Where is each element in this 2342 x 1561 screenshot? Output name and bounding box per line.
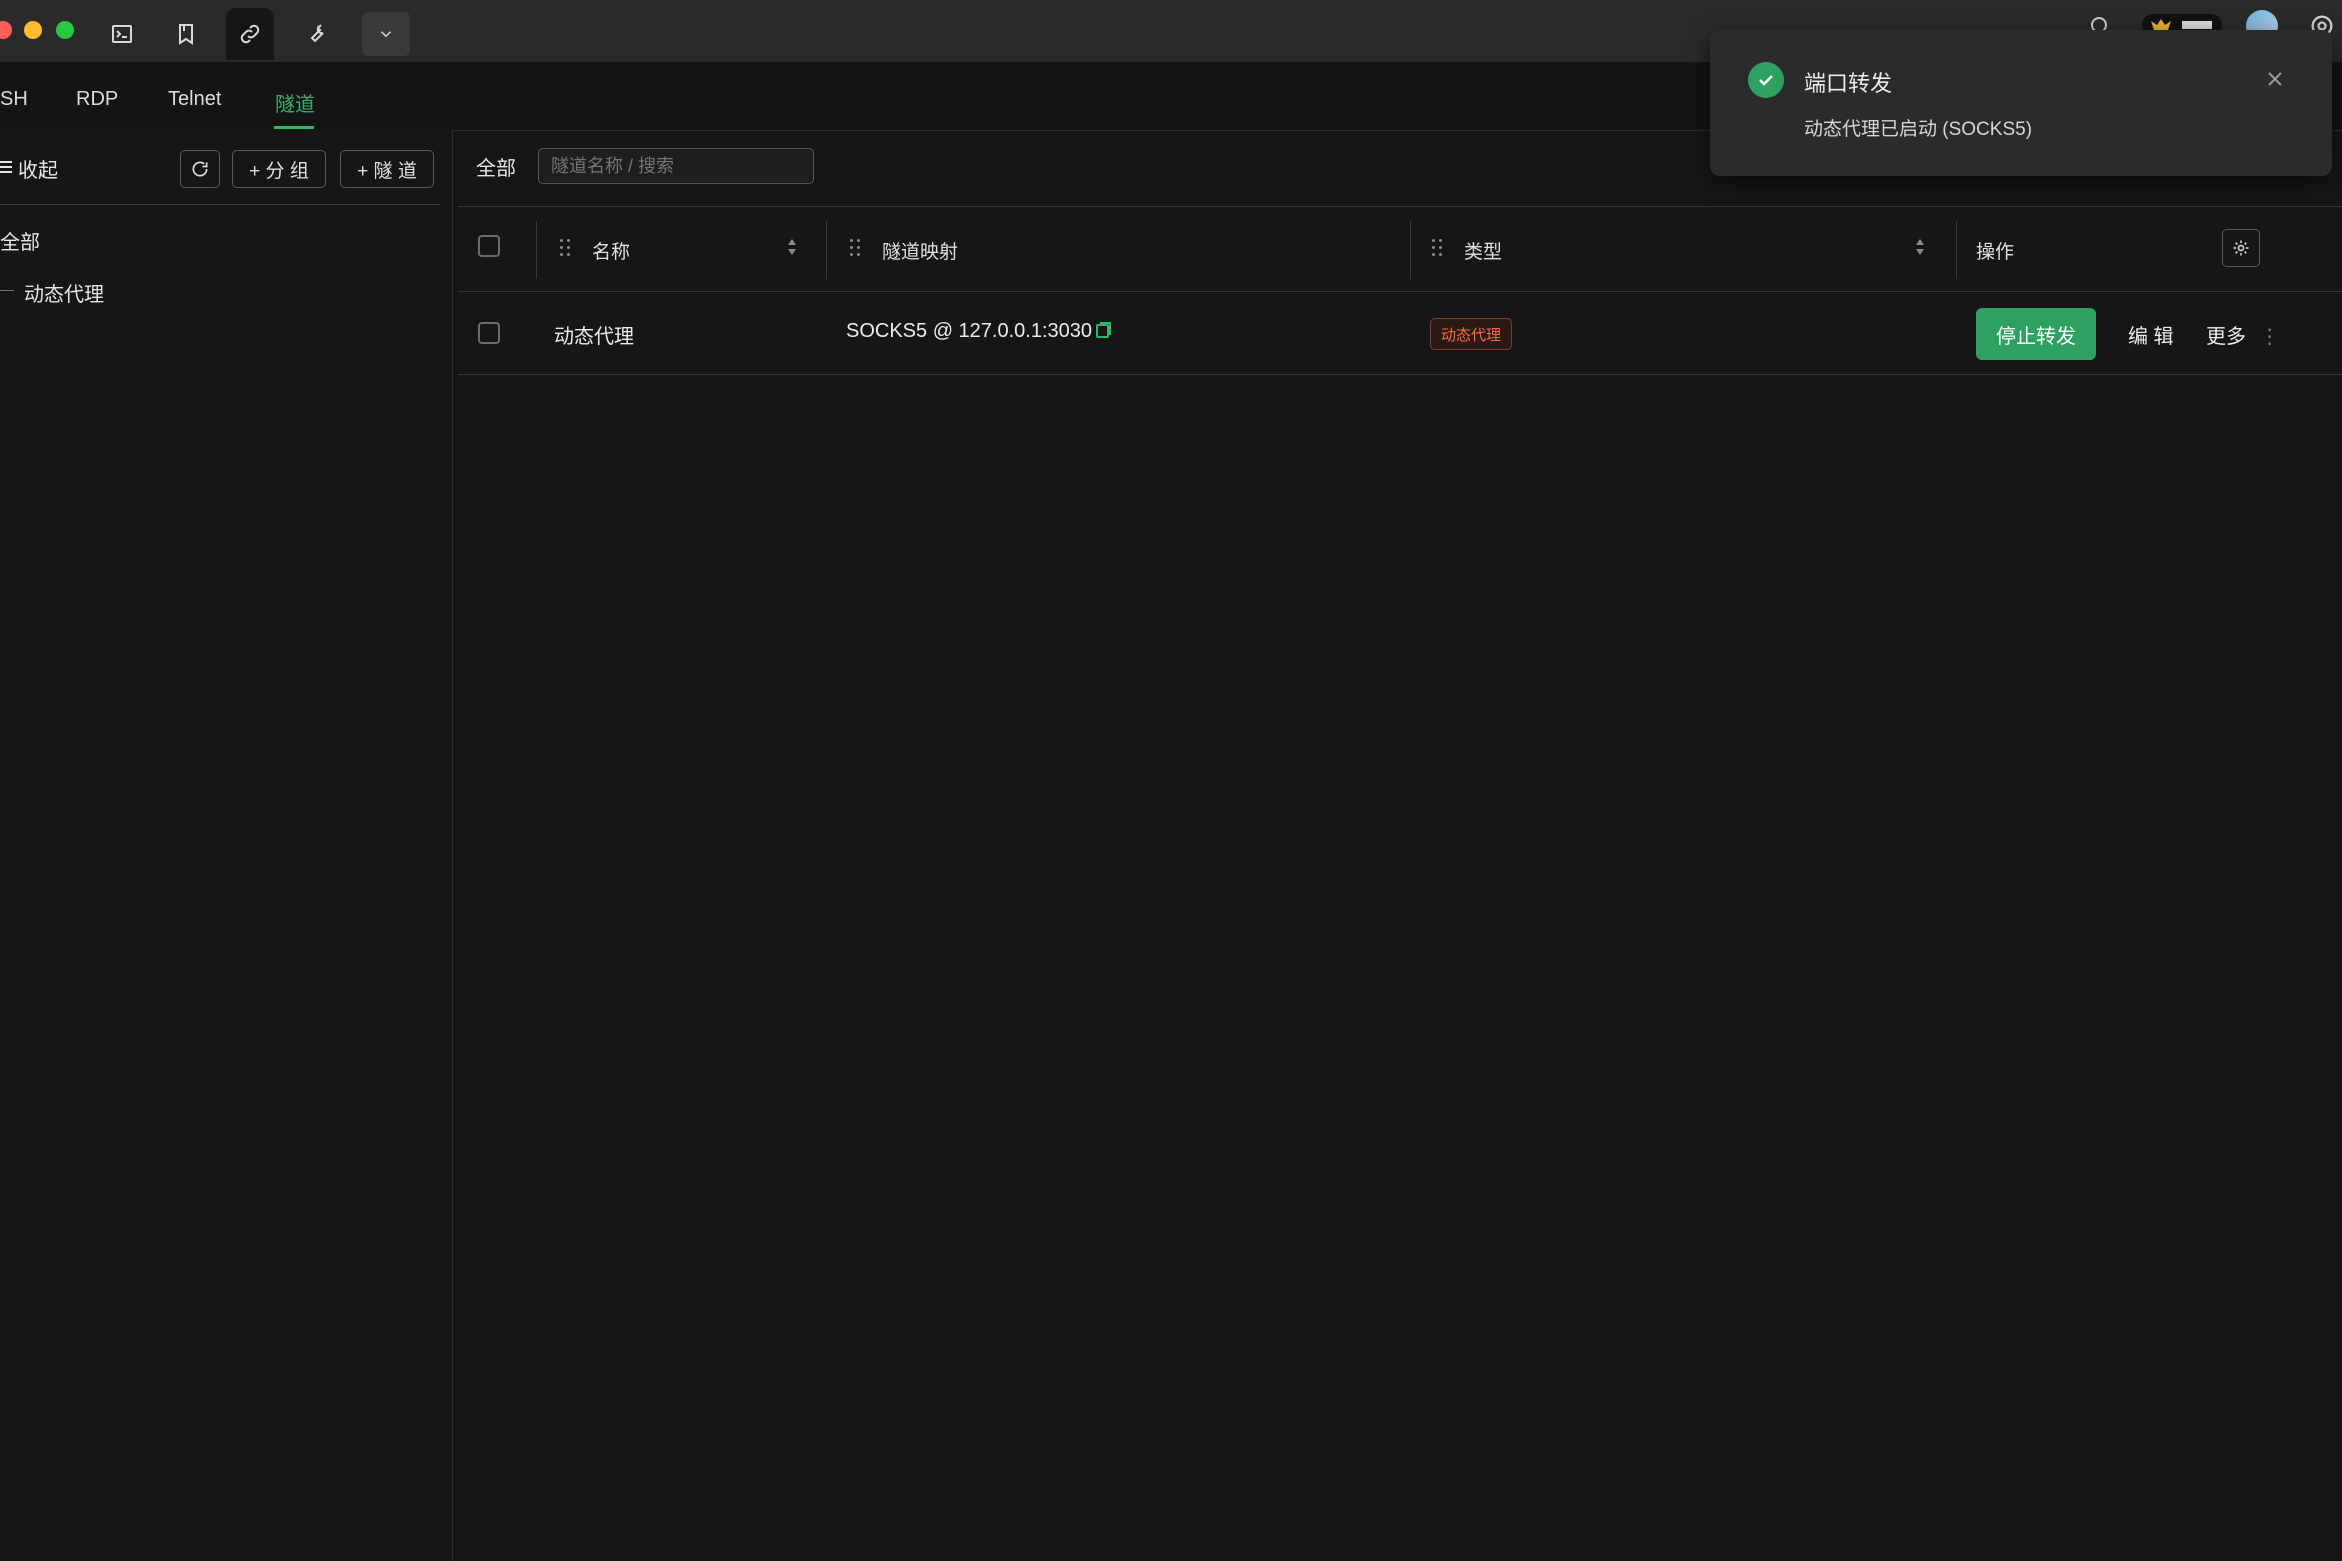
- tree-item-dynamic-proxy[interactable]: 动态代理: [24, 278, 104, 307]
- column-divider: [536, 221, 537, 279]
- add-group-button[interactable]: + 分 组: [232, 150, 326, 188]
- column-divider: [1410, 221, 1411, 279]
- drag-handle-icon[interactable]: [1432, 237, 1444, 257]
- search-input[interactable]: [538, 148, 814, 184]
- tab-telnet[interactable]: Telnet: [168, 88, 221, 111]
- more-label: 更多: [2206, 326, 2246, 348]
- collapse-button[interactable]: 收起: [0, 154, 58, 183]
- window-close-dot[interactable]: [0, 21, 12, 39]
- column-mapping-header[interactable]: 隧道映射: [882, 237, 958, 264]
- filter-all-label[interactable]: 全部: [476, 152, 516, 181]
- close-icon[interactable]: [2264, 68, 2286, 90]
- refresh-icon: [192, 161, 208, 177]
- window-maximize-dot[interactable]: [56, 21, 74, 39]
- select-all-checkbox[interactable]: [478, 235, 500, 257]
- tab-rdp[interactable]: RDP: [76, 88, 118, 111]
- tab-ssh[interactable]: SH: [0, 88, 28, 111]
- more-vertical-icon: ⋮: [2259, 326, 2280, 348]
- toast-message: 动态代理已启动 (SOCKS5): [1804, 119, 2033, 140]
- row-checkbox[interactable]: [478, 322, 500, 344]
- drag-handle-icon[interactable]: [560, 237, 572, 257]
- row-mapping: SOCKS5 @ 127.0.0.1:3030: [846, 320, 1093, 342]
- drag-handle-icon[interactable]: [850, 237, 862, 257]
- column-type-header[interactable]: 类型: [1464, 237, 1502, 264]
- sort-icon[interactable]: [1914, 237, 1926, 262]
- window-minimize-dot[interactable]: [24, 21, 42, 39]
- column-actions-header: 操作: [1976, 242, 2015, 263]
- stop-forward-button[interactable]: 停止转发: [1976, 308, 2096, 360]
- terminal-icon[interactable]: [98, 8, 146, 60]
- edit-button[interactable]: 编 辑: [2128, 320, 2174, 349]
- column-divider: [1956, 221, 1957, 279]
- tab-tunnel[interactable]: 隧道: [275, 88, 315, 117]
- check-circle-icon: [1748, 62, 1784, 98]
- active-tab-indicator: [274, 126, 314, 129]
- tree-connector: [0, 290, 14, 291]
- bookmark-icon[interactable]: [162, 8, 210, 60]
- column-name-header[interactable]: 名称: [592, 237, 630, 264]
- collapse-label: 收起: [18, 160, 58, 182]
- link-icon[interactable]: [226, 8, 274, 60]
- type-badge: 动态代理: [1430, 318, 1513, 350]
- refresh-button[interactable]: [180, 150, 220, 188]
- toast-notification: 端口转发 动态代理已启动 (SOCKS5): [1710, 30, 2332, 176]
- add-tunnel-button[interactable]: + 隧 道: [340, 150, 434, 188]
- row-name: 动态代理: [554, 326, 634, 348]
- wrench-icon[interactable]: [292, 8, 340, 60]
- table-row: 动态代理 SOCKS5 @ 127.0.0.1:3030 动态代理 停止转发 编…: [458, 290, 2342, 375]
- sidebar: 收起 + 分 组 + 隧 道 全部 动态代理: [0, 130, 453, 1561]
- sidebar-divider: [0, 204, 440, 205]
- tree-root-all[interactable]: 全部: [0, 226, 40, 255]
- menu-icon: [0, 157, 12, 180]
- column-divider: [826, 221, 827, 279]
- sort-icon[interactable]: [786, 237, 798, 262]
- chevron-down-icon[interactable]: [362, 12, 410, 56]
- more-button[interactable]: 更多 ⋮: [2206, 320, 2280, 349]
- copy-icon[interactable]: [1094, 322, 1112, 345]
- column-settings-button[interactable]: [2222, 229, 2260, 267]
- gear-icon: [2233, 240, 2249, 256]
- table-header: 名称 隧道映射 类型 操作: [458, 206, 2342, 292]
- toast-title: 端口转发: [1804, 71, 1893, 96]
